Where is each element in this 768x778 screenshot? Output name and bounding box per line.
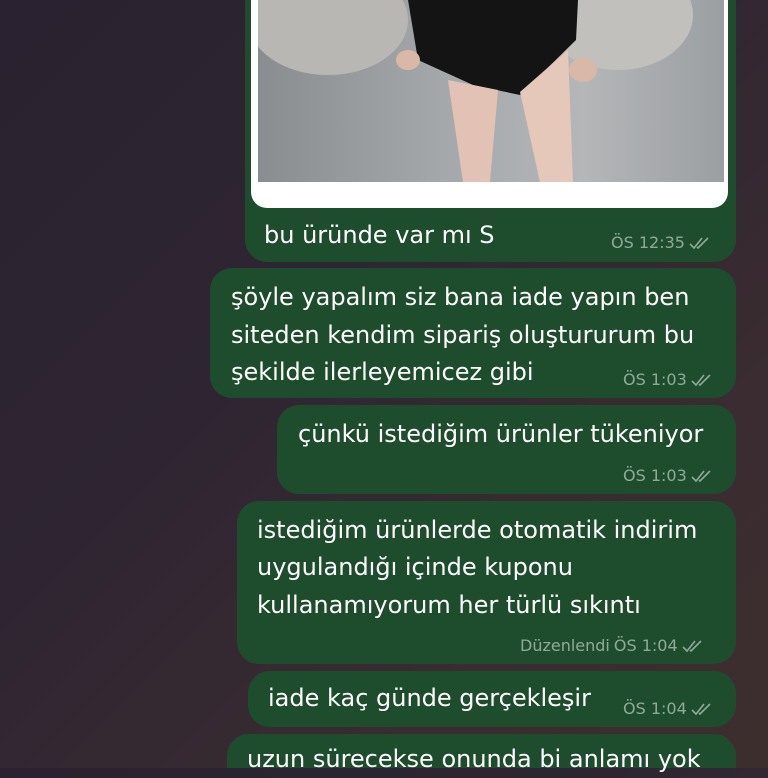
message-text-line: uygulandığı içinde kuponu	[257, 553, 573, 581]
message-text-line: siteden kendim sipariş oluştururum bu	[231, 321, 695, 349]
double-check-icon	[689, 236, 709, 249]
message-text: bu üründe var mı S	[264, 221, 495, 249]
message-text-line: kullanamıyorum her türlü sıkıntı	[257, 591, 641, 619]
message-text-line: şöyle yapalım siz bana iade yapın ben	[231, 283, 690, 311]
message-time: ÖS 1:04	[613, 636, 678, 655]
product-photo-graphic	[258, 0, 693, 182]
message-time: ÖS 1:04	[623, 699, 687, 718]
edited-label: Düzenlendi	[520, 636, 610, 655]
message-time: ÖS 1:03	[623, 466, 687, 485]
message-meta: ÖS 1:03	[623, 370, 713, 389]
product-photo[interactable]	[258, 0, 724, 182]
message-meta: ÖS 1:03	[623, 466, 713, 485]
message-meta: Düzenlendi ÖS 1:04	[520, 636, 704, 655]
double-check-icon	[682, 639, 702, 652]
message-meta: ÖS 1:04	[623, 699, 713, 718]
message-text-line: istediğim ürünlerde otomatik indirim	[257, 516, 698, 544]
message-text: çünkü istediğim ürünler tükeniyor	[298, 420, 704, 448]
double-check-icon	[691, 373, 711, 386]
message-text-line: şekilde ilerleyemicez gibi	[231, 358, 534, 386]
message-meta: ÖS 12:35	[611, 233, 711, 252]
double-check-icon	[691, 702, 711, 715]
message-time: ÖS 1:03	[623, 370, 687, 389]
message-text: uzun sürecekse onunda bi anlamı yok	[247, 745, 701, 773]
double-check-icon	[691, 469, 711, 482]
message-text: iade kaç günde gerçekleşir	[268, 684, 591, 712]
message-time: ÖS 12:35	[611, 233, 685, 252]
